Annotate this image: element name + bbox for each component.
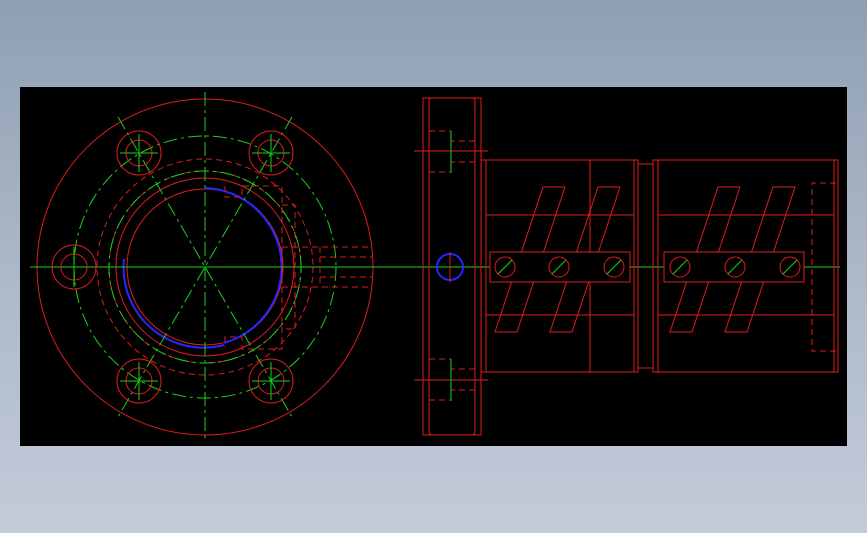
ball-row-band-right (663, 251, 805, 283)
spacer-ring (637, 163, 654, 369)
ball-return-arc-left (122, 258, 225, 349)
ball-return-arc-right (204, 187, 283, 344)
cad-drawing-canvas[interactable] (20, 87, 847, 446)
ball-row-band-left (489, 251, 631, 283)
